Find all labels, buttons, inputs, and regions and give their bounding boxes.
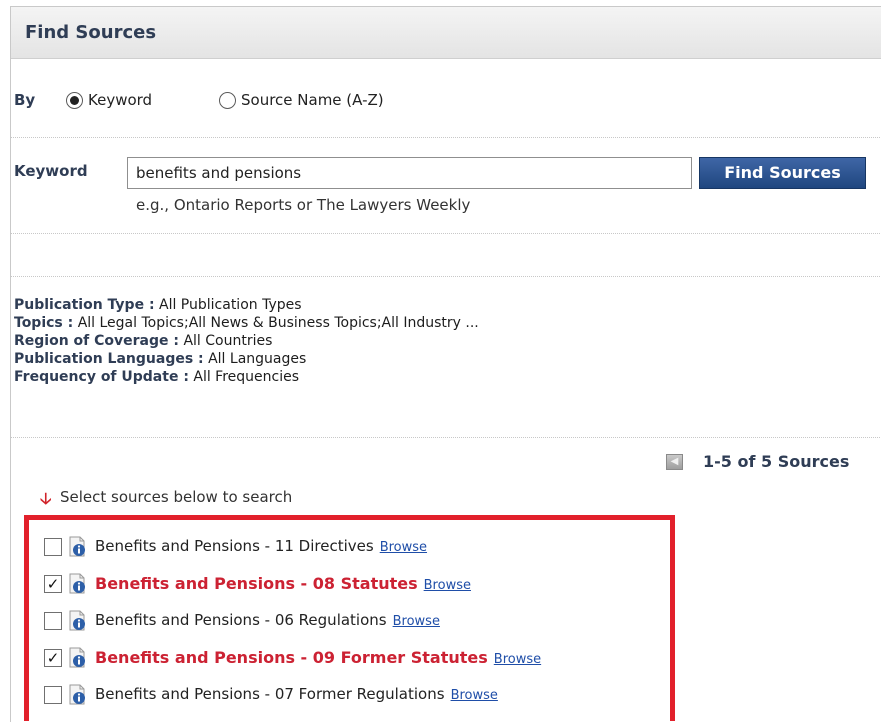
source-title: Benefits and Pensions - 11 Directives [95,537,374,555]
filter-value: All Frequencies [193,369,300,385]
source-name-radio[interactable] [219,92,236,109]
filter-label: Region of Coverage : [14,333,179,349]
filter-frequency: Frequency of Update : All Frequencies [14,368,479,386]
source-info-icon[interactable] [68,573,88,595]
filter-label: Topics : [14,315,74,331]
find-sources-button[interactable]: Find Sources [699,157,866,189]
filter-topics: Topics : All Legal Topics;All News & Bus… [14,314,479,332]
browse-link[interactable]: Browse [424,578,471,593]
search-by-label: By [14,91,36,109]
keyword-radio-label[interactable]: Keyword [88,91,152,109]
filter-value: All Publication Types [159,297,302,313]
source-info-icon[interactable] [68,536,88,558]
panel-header: Find Sources [11,7,881,59]
keyword-radio[interactable] [66,92,83,109]
filter-value: All Legal Topics;All News & Business Top… [77,315,479,331]
source-title: Benefits and Pensions - 07 Former Regula… [95,685,445,703]
keyword-input[interactable] [127,157,692,189]
source-info-icon[interactable] [68,647,88,669]
filter-value: All Countries [183,333,273,349]
filter-publication-type: Publication Type : All Publication Types [14,296,479,314]
filter-languages: Publication Languages : All Languages [14,350,479,368]
source-checkbox[interactable] [44,538,62,556]
source-title: Benefits and Pensions - 08 Statutes [95,574,418,593]
radio-selected-dot [70,96,79,105]
browse-link[interactable]: Browse [451,688,498,703]
filter-label: Frequency of Update : [14,369,189,385]
browse-link[interactable]: Browse [380,540,427,555]
filter-value: All Languages [208,351,307,367]
source-name: Benefits and Pensions - 07 Former Regula… [95,685,498,703]
results-hint: Select sources below to search [60,488,293,506]
source-title: Benefits and Pensions - 09 Former Statut… [95,648,488,667]
source-name-radio-label[interactable]: Source Name (A-Z) [241,91,384,109]
source-info-icon[interactable] [68,684,88,706]
browse-link[interactable]: Browse [393,614,440,629]
source-name: Benefits and Pensions - 06 Regulations Br… [95,611,440,629]
source-checkbox[interactable] [44,612,62,630]
source-checkbox[interactable]: ✓ [44,575,62,593]
divider [11,276,881,277]
panel-title: Find Sources [25,22,157,43]
previous-page-icon[interactable]: ◀ [666,454,683,470]
filter-summary: Publication Type : All Publication Types… [14,296,479,386]
filter-label: Publication Languages : [14,351,204,367]
source-checkbox[interactable] [44,686,62,704]
down-arrow-icon: 🡣 [40,489,52,508]
filter-region: Region of Coverage : All Countries [14,332,479,350]
browse-link[interactable]: Browse [494,652,541,667]
source-info-icon[interactable] [68,610,88,632]
divider [11,437,881,438]
divider [11,233,881,234]
keyword-hint: e.g., Ontario Reports or The Lawyers Wee… [136,196,471,214]
source-name: Benefits and Pensions - 08 Statutes Brows… [95,574,471,593]
source-name: Benefits and Pensions - 09 Former Statut… [95,648,541,667]
divider [11,137,881,138]
filter-label: Publication Type : [14,297,155,313]
keyword-label: Keyword [14,162,88,180]
source-name: Benefits and Pensions - 11 Directives Bro… [95,537,427,555]
source-checkbox[interactable]: ✓ [44,649,62,667]
source-title: Benefits and Pensions - 06 Regulations [95,611,387,629]
results-count: 1-5 of 5 Sources [703,452,850,471]
